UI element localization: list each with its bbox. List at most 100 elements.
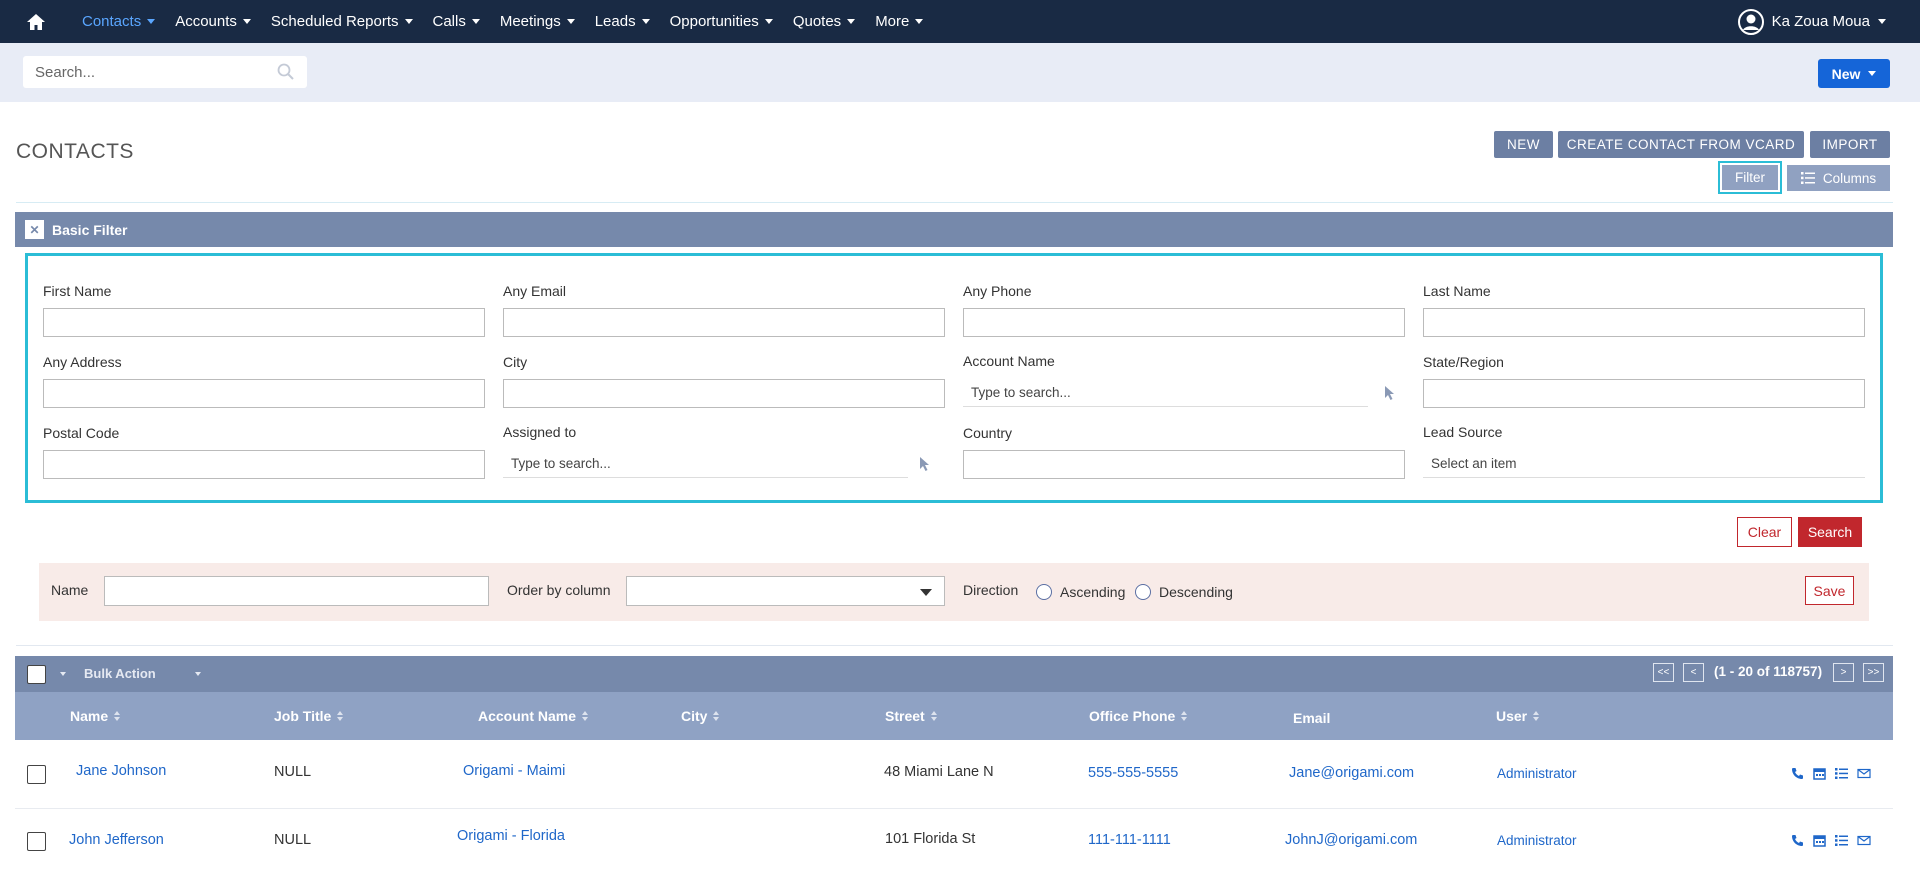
contact-name-link[interactable]: John Jefferson — [69, 832, 164, 848]
user-link[interactable]: Administrator — [1497, 833, 1577, 848]
column-header-job-title[interactable]: Job Title — [274, 708, 344, 724]
last-page-button[interactable]: >> — [1863, 663, 1884, 682]
columns-button[interactable]: Columns — [1787, 165, 1890, 191]
next-page-button[interactable]: > — [1833, 663, 1854, 682]
column-header-name[interactable]: Name — [70, 708, 121, 724]
assigned-to-typeahead[interactable]: Type to search... — [503, 449, 908, 478]
postal-code-input[interactable] — [43, 450, 485, 479]
basic-filter-title: Basic Filter — [52, 221, 128, 238]
column-header-city[interactable]: City — [681, 708, 720, 724]
create-from-vcard-button[interactable]: CREATE CONTACT FROM VCARD — [1558, 131, 1804, 158]
new-contact-button[interactable]: NEW — [1494, 131, 1553, 158]
office-phone-link[interactable]: 555-555-5555 — [1088, 765, 1178, 781]
select-arrow-icon[interactable] — [1383, 385, 1397, 401]
account-name-link[interactable]: Origami - Maimi — [463, 763, 565, 779]
nav-item-meetings[interactable]: Meetings — [490, 0, 585, 43]
sort-icon — [114, 711, 121, 721]
column-header-office-phone[interactable]: Office Phone — [1089, 708, 1188, 724]
clear-button[interactable]: Clear — [1737, 517, 1792, 547]
filter-button[interactable]: Filter — [1718, 161, 1782, 194]
any-phone-field: Any Phone — [963, 283, 1405, 337]
previous-page-button[interactable]: < — [1683, 663, 1704, 682]
bulk-action-dropdown[interactable]: Bulk Action — [84, 666, 156, 681]
sort-icon — [1181, 711, 1188, 721]
account-name-field: Account Name Type to search... — [963, 353, 1405, 407]
user-menu[interactable]: Ka Zoua Moua — [1737, 0, 1886, 43]
row-checkbox[interactable] — [27, 765, 46, 784]
ascending-label: Ascending — [1060, 584, 1126, 600]
city-input[interactable] — [503, 379, 945, 408]
saved-search-name-input[interactable] — [104, 576, 489, 606]
email-link[interactable]: Jane@origami.com — [1289, 765, 1414, 781]
new-button-label: New — [1831, 65, 1861, 82]
email-icon[interactable] — [1857, 767, 1871, 780]
nav-item-quotes[interactable]: Quotes — [783, 0, 865, 43]
page-title: CONTACTS — [16, 140, 134, 163]
home-button[interactable] — [0, 0, 72, 43]
new-dropdown-button[interactable]: New — [1818, 59, 1890, 88]
any-address-input[interactable] — [43, 379, 485, 408]
column-header-label: Street — [885, 708, 925, 724]
any-email-input[interactable] — [503, 308, 945, 337]
column-header-account-name[interactable]: Account Name — [478, 708, 589, 724]
country-input[interactable] — [963, 450, 1405, 479]
calendar-icon[interactable] — [1813, 834, 1826, 847]
chevron-down-icon — [764, 19, 773, 24]
first-name-input[interactable] — [43, 308, 485, 337]
row-checkbox[interactable] — [27, 832, 46, 851]
last-name-input[interactable] — [1423, 308, 1865, 337]
nav-item-calls[interactable]: Calls — [423, 0, 490, 43]
name-label: Name — [51, 582, 89, 598]
chevron-down-icon — [566, 19, 575, 24]
descending-radio[interactable] — [1135, 584, 1151, 600]
import-button[interactable]: IMPORT — [1810, 131, 1890, 158]
nav-item-scheduled-reports[interactable]: Scheduled Reports — [261, 0, 423, 43]
nav-item-accounts[interactable]: Accounts — [165, 0, 261, 43]
nav-item-more[interactable]: More — [865, 0, 933, 43]
nav-item-leads[interactable]: Leads — [585, 0, 660, 43]
account-name-link[interactable]: Origami - Florida — [457, 828, 565, 844]
select-all-checkbox[interactable] — [27, 665, 46, 684]
search-button[interactable]: Search — [1798, 517, 1862, 547]
basic-filter-header: ✕ Basic Filter — [15, 212, 1893, 247]
phone-icon[interactable] — [1791, 834, 1804, 847]
global-search-band: New — [0, 43, 1920, 102]
save-search-button[interactable]: Save — [1805, 576, 1854, 605]
search-icon[interactable] — [277, 63, 295, 81]
assigned-to-label: Assigned to — [503, 424, 577, 440]
chevron-down-icon[interactable] — [195, 672, 201, 676]
any-email-field: Any Email — [503, 283, 945, 337]
nav-item-contacts[interactable]: Contacts — [72, 0, 165, 43]
contact-name-link[interactable]: Jane Johnson — [76, 763, 166, 779]
email-icon[interactable] — [1857, 834, 1871, 847]
column-header-street[interactable]: Street — [885, 708, 937, 724]
user-link[interactable]: Administrator — [1497, 766, 1577, 781]
column-header-label: Office Phone — [1089, 708, 1176, 724]
lead-source-select[interactable]: Select an item — [1423, 449, 1865, 478]
order-by-select[interactable] — [626, 576, 945, 606]
phone-icon[interactable] — [1791, 767, 1804, 780]
account-name-typeahead[interactable]: Type to search... — [963, 378, 1368, 407]
column-header-user[interactable]: User — [1496, 708, 1540, 724]
sort-icon — [1533, 711, 1540, 721]
global-search-input[interactable] — [35, 63, 275, 81]
calendar-icon[interactable] — [1813, 767, 1826, 780]
nav-label: Quotes — [792, 13, 842, 30]
nav-item-opportunities[interactable]: Opportunities — [660, 0, 783, 43]
column-header-label: City — [681, 708, 708, 724]
task-list-icon[interactable] — [1835, 834, 1848, 847]
chevron-down-icon[interactable] — [60, 672, 66, 676]
job-title-cell: NULL — [274, 832, 312, 848]
close-filter-button[interactable]: ✕ — [25, 220, 44, 239]
state-region-label: State/Region — [1423, 354, 1504, 370]
task-list-icon[interactable] — [1835, 767, 1848, 780]
office-phone-link[interactable]: 111-111-1111 — [1088, 832, 1171, 848]
columns-button-label: Columns — [1822, 170, 1877, 186]
any-address-field: Any Address — [43, 354, 485, 408]
ascending-radio[interactable] — [1036, 584, 1052, 600]
email-link[interactable]: JohnJ@origami.com — [1285, 832, 1417, 848]
any-phone-input[interactable] — [963, 308, 1405, 337]
first-page-button[interactable]: << — [1653, 663, 1674, 682]
state-region-input[interactable] — [1423, 379, 1865, 408]
select-arrow-icon[interactable] — [918, 456, 932, 472]
